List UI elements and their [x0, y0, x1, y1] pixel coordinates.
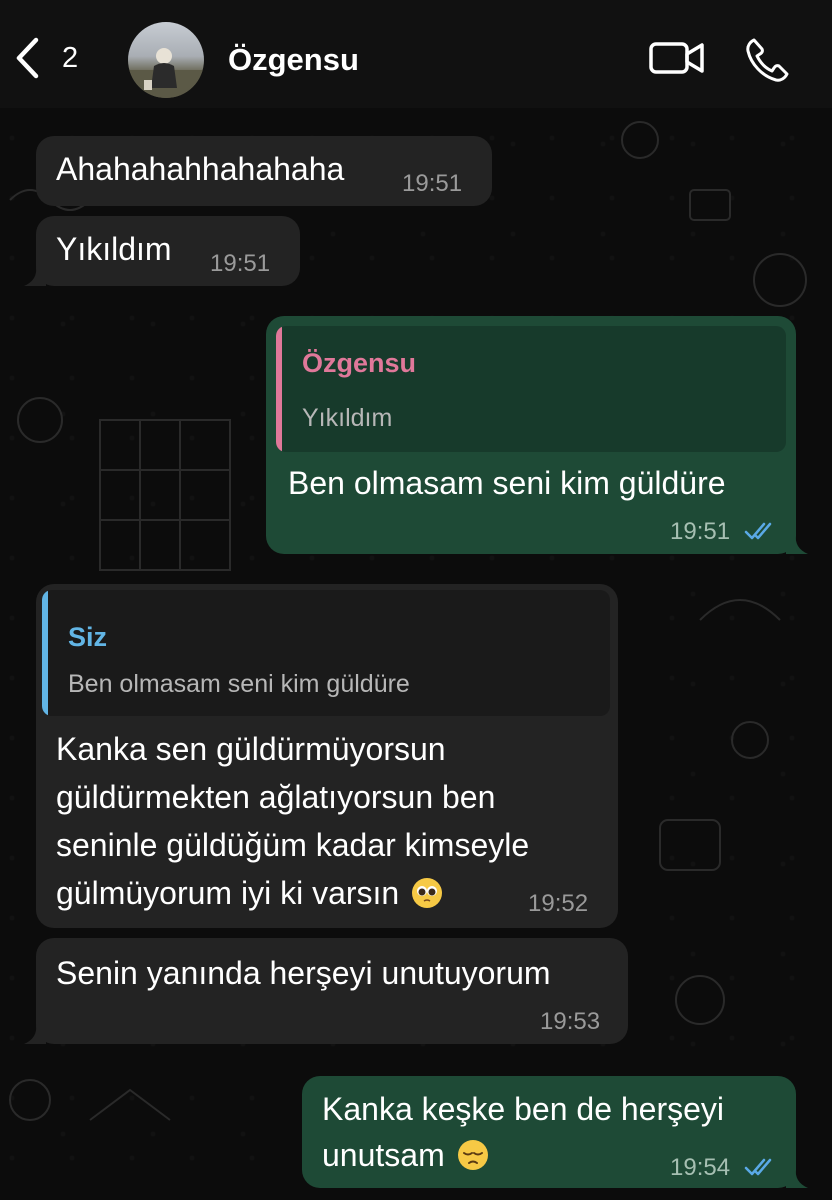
message-bubble-outgoing[interactable]: Özgensu Yıkıldım Ben olmasam seni kim gü… [266, 316, 796, 554]
reply-quote[interactable]: Siz Ben olmasam seni kim güldüre [42, 590, 610, 716]
bubble-tail [786, 1168, 808, 1188]
message-text: Ben olmasam seni kim güldüre [288, 465, 726, 501]
message-text-line: unutsam [322, 1136, 488, 1174]
pensive-face-icon [457, 1140, 488, 1170]
quote-author: Özgensu [302, 348, 417, 378]
message-time: 19:51 [402, 170, 463, 197]
pleading-face-icon [412, 878, 443, 908]
message-text-line: Kanka keşke ben de herşeyi [322, 1091, 725, 1127]
message-text: unutsam [322, 1137, 445, 1173]
reply-quote[interactable]: Özgensu Yıkıldım [276, 326, 786, 452]
back-button[interactable]: 2 [14, 36, 78, 80]
read-ticks-icon [744, 1158, 772, 1176]
quote-text: Yıkıldım [302, 404, 393, 432]
chat-header: 2 Özgensu [0, 0, 832, 108]
message-text: Senin yanında herşeyi unutuyorum [56, 955, 551, 991]
bubble-tail [24, 1024, 46, 1044]
message-text: Yıkıldım [56, 231, 172, 267]
contact-name[interactable]: Özgensu [228, 42, 359, 78]
quote-bar [276, 326, 282, 452]
message-time: 19:52 [528, 890, 589, 917]
message-time: 19:54 [670, 1154, 731, 1181]
message-bubble-incoming[interactable]: Senin yanında herşeyi unutuyorum 19:53 [36, 938, 628, 1044]
message-bubble-outgoing[interactable]: Kanka keşke ben de herşeyi unutsam 19:54 [302, 1076, 796, 1188]
message-text: Ahahahahhahahaha [56, 151, 345, 187]
message-time: 19:51 [210, 250, 271, 277]
message-bubble-incoming[interactable]: Yıkıldım 19:51 [36, 216, 300, 286]
bubble-tail [786, 534, 808, 554]
quote-author: Siz [68, 622, 108, 652]
message-time: 19:51 [670, 518, 731, 545]
message-text-line: Kanka sen güldürmüyorsun [56, 731, 446, 767]
message-text-line: gülmüyorum iyi ki varsın [56, 874, 443, 912]
message-text: gülmüyorum iyi ki varsın [56, 875, 400, 911]
quote-bar [42, 590, 48, 716]
unread-count: 2 [62, 41, 79, 74]
quote-text: Ben olmasam seni kim güldüre [68, 670, 410, 698]
video-call-icon[interactable] [648, 36, 706, 80]
read-ticks-icon [744, 522, 772, 540]
avatar[interactable] [128, 22, 204, 98]
bubble-tail [24, 266, 46, 286]
message-bubble-incoming[interactable]: Siz Ben olmasam seni kim güldüre Kanka s… [36, 584, 618, 928]
phone-icon[interactable] [744, 36, 792, 84]
message-text-line: güldürmekten ağlatıyorsun ben [56, 779, 496, 815]
message-time: 19:53 [540, 1008, 601, 1035]
chevron-left-icon [16, 37, 39, 79]
message-text-line: seninle güldüğüm kadar kimseyle [56, 827, 530, 863]
message-bubble-incoming[interactable]: Ahahahahhahahaha 19:51 [36, 136, 492, 206]
